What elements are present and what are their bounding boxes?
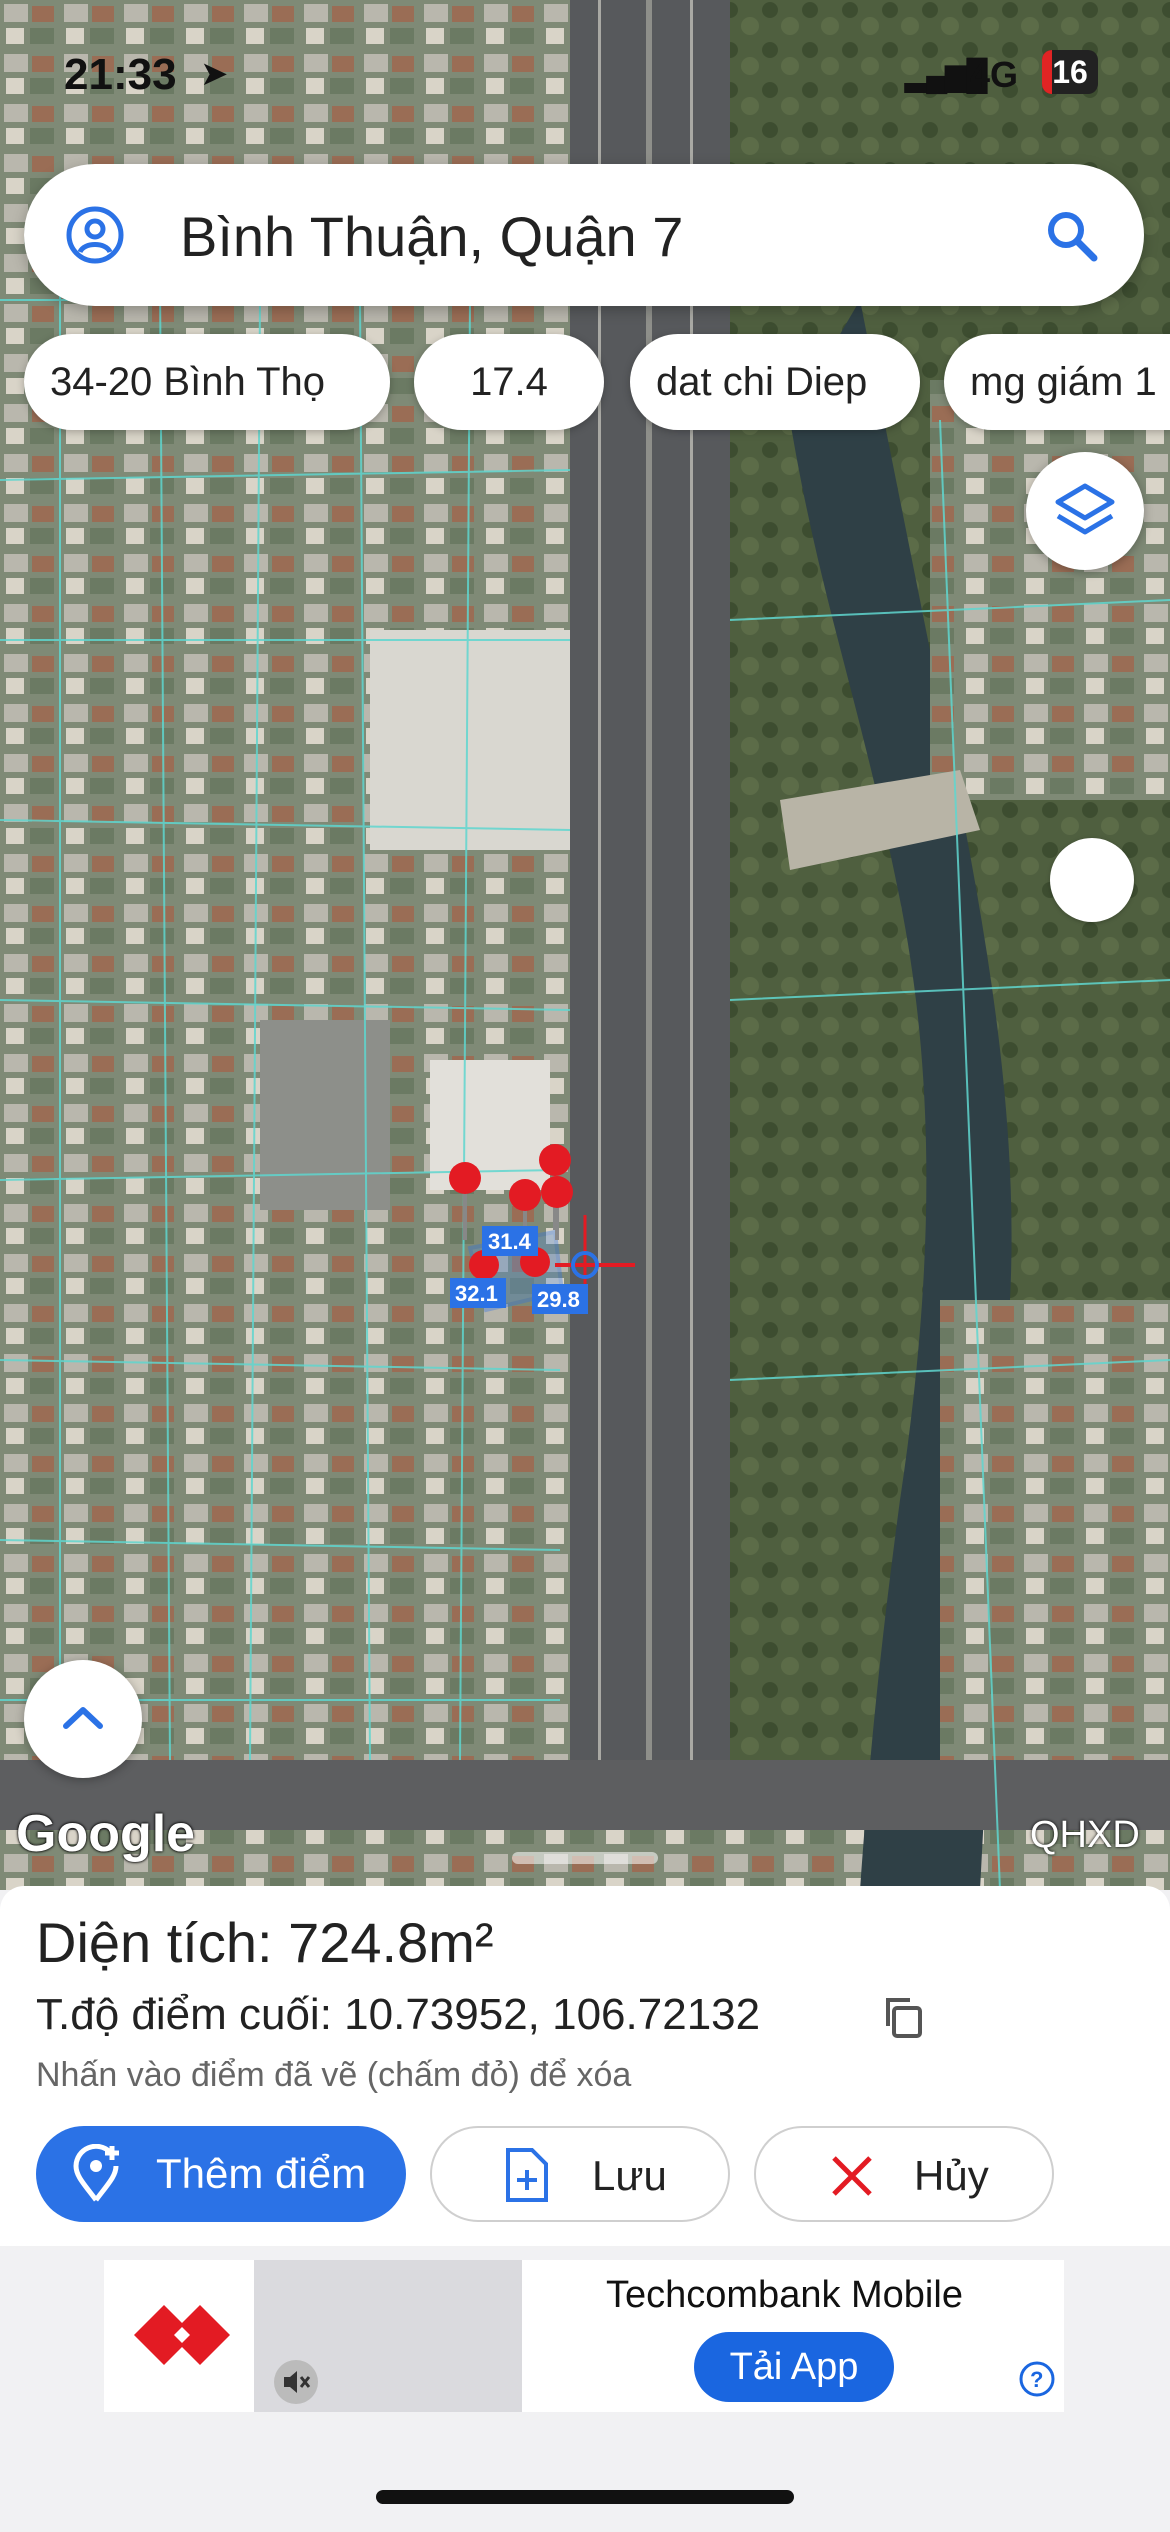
sheet-drag-handle[interactable] — [512, 1852, 658, 1864]
expand-up-button[interactable] — [24, 1660, 142, 1778]
chip-place-4[interactable]: mg giám 1 — [944, 334, 1170, 430]
search-icon[interactable] — [1044, 208, 1100, 264]
save-label: Lưu — [592, 2152, 667, 2199]
chevron-up-icon — [63, 1707, 103, 1729]
file-add-icon — [506, 2148, 548, 2202]
add-location-icon — [73, 2144, 119, 2202]
cancel-label: Hủy — [914, 2152, 989, 2199]
hint-text: Nhấn vào điểm đã vẽ (chấm đỏ) để xóa — [36, 2056, 632, 2094]
ad-media[interactable] — [254, 2260, 522, 2412]
close-icon — [832, 2156, 872, 2196]
svg-text:?: ? — [1030, 2367, 1043, 2392]
copy-icon[interactable] — [880, 1994, 926, 2040]
location-arrow-icon: ➤ — [200, 55, 229, 93]
add-point-label: Thêm điểm — [156, 2150, 367, 2197]
measure-panel: Diện tích: 724.8m² T.độ điểm cuối: 10.73… — [0, 1886, 1170, 2246]
chip-place-1[interactable]: 34-20 Bình Thọ — [24, 334, 390, 430]
area-text: Diện tích: 724.8m² — [36, 1911, 494, 1974]
status-bar: 21:33 ➤ ▂▄▆█ 4G 16 — [0, 50, 1170, 106]
google-attribution: Google — [16, 1805, 196, 1863]
techcombank-logo — [134, 2305, 230, 2365]
mute-icon[interactable] — [274, 2360, 318, 2404]
measure-label-3: 29.8 — [537, 1287, 580, 1312]
cancel-button[interactable]: Hủy — [754, 2126, 1054, 2222]
search-bar[interactable]: Bình Thuận, Quận 7 — [24, 164, 1144, 306]
home-indicator[interactable] — [376, 2490, 794, 2504]
network-type: 4G — [970, 54, 1019, 95]
info-icon[interactable]: ? — [1018, 2360, 1056, 2398]
chip-place-3[interactable]: dat chi Diep — [630, 334, 920, 430]
measure-label-1: 31.4 — [488, 1229, 532, 1254]
battery-indicator: 16 — [1042, 50, 1098, 94]
layers-icon — [1055, 483, 1115, 535]
floating-action-dot[interactable] — [1050, 838, 1134, 922]
ad-banner[interactable]: Techcombank Mobile Tải App ? — [104, 2260, 1064, 2412]
layer-label: QHXD — [1030, 1814, 1140, 1856]
add-point-button[interactable]: Thêm điểm — [36, 2126, 406, 2222]
status-time: 21:33 — [64, 50, 177, 99]
user-profile-icon[interactable] — [66, 206, 124, 264]
ad-title: Techcombank Mobile — [606, 2274, 963, 2316]
map-layers-button[interactable] — [1026, 452, 1144, 570]
chip-place-2[interactable]: 17.4 — [414, 334, 604, 430]
search-query[interactable]: Bình Thuận, Quận 7 — [180, 204, 683, 269]
endpoint-coordinates: T.độ điểm cuối: 10.73952, 106.72132 — [36, 1990, 761, 2039]
install-app-button[interactable]: Tải App — [694, 2332, 894, 2402]
measure-label-2: 32.1 — [455, 1281, 498, 1306]
save-button[interactable]: Lưu — [430, 2126, 730, 2222]
